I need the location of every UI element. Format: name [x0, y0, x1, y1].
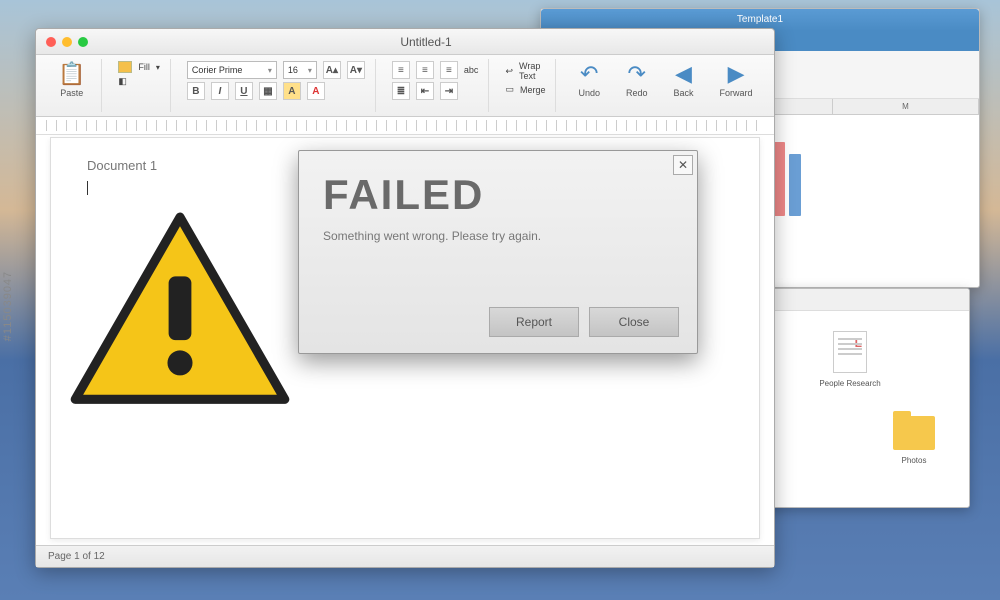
font-family-select[interactable]: Corier Prime: [187, 61, 277, 79]
abc-label: abc: [464, 65, 479, 75]
merge-icon[interactable]: ▭: [505, 84, 514, 95]
back-button[interactable]: ◀Back: [668, 61, 700, 100]
file-item-people-research[interactable]: People Research: [815, 331, 885, 388]
undo-button[interactable]: ↶Undo: [572, 61, 606, 100]
border-button[interactable]: ▦: [259, 82, 277, 100]
maximize-window-button[interactable]: [78, 37, 88, 47]
dialog-close-x-button[interactable]: ✕: [673, 155, 693, 175]
fill-label: Fill: [138, 62, 150, 72]
horizontal-ruler[interactable]: [36, 117, 774, 135]
col-header[interactable]: M: [833, 99, 979, 114]
error-dialog: ✕ FAILED Something went wrong. Please tr…: [298, 150, 698, 354]
decrease-font-button[interactable]: A▾: [347, 61, 365, 79]
text-cursor: [87, 181, 88, 195]
align-left-button[interactable]: ≡: [392, 61, 410, 79]
document-title: Untitled-1: [88, 35, 764, 49]
redo-button[interactable]: ↷Redo: [620, 61, 654, 100]
indent-left-button[interactable]: ⇤: [416, 82, 434, 100]
document-icon: [833, 331, 867, 373]
close-button[interactable]: Close: [589, 307, 679, 337]
font-size-select[interactable]: 16: [283, 61, 317, 79]
ribbon-toolbar: 📋 Paste Fill ▾ ◧ Corier Prime 16 A▴ A▾ B: [36, 55, 774, 117]
close-window-button[interactable]: [46, 37, 56, 47]
forward-icon: ▶: [728, 63, 745, 85]
wrap-text-icon[interactable]: ↩: [505, 66, 513, 77]
fill-icon[interactable]: [118, 61, 132, 73]
italic-button[interactable]: I: [211, 82, 229, 100]
undo-icon: ↶: [580, 63, 598, 85]
folder-icon: [893, 416, 935, 450]
align-right-button[interactable]: ≡: [440, 61, 458, 79]
forward-button[interactable]: ▶Forward: [714, 61, 759, 100]
indent-right-button[interactable]: ⇥: [440, 82, 458, 100]
paste-button[interactable]: 📋 Paste: [52, 61, 91, 100]
redo-icon: ↷: [628, 63, 646, 85]
watermark-text: #115039047: [2, 271, 14, 341]
chart-bar: [789, 154, 801, 216]
underline-button[interactable]: U: [235, 82, 253, 100]
clear-icon[interactable]: ◧: [118, 76, 127, 87]
increase-font-button[interactable]: A▴: [323, 61, 341, 79]
dialog-message: Something went wrong. Please try again.: [299, 225, 697, 247]
window-controls: [46, 37, 88, 47]
file-item-photos[interactable]: Photos: [879, 416, 949, 465]
dialog-title: FAILED: [299, 151, 697, 225]
status-bar: Page 1 of 12: [36, 545, 774, 567]
titlebar: Untitled-1: [36, 29, 774, 55]
bold-button[interactable]: B: [187, 82, 205, 100]
font-color-button[interactable]: A: [307, 82, 325, 100]
fill-color-button[interactable]: A: [283, 82, 301, 100]
report-button[interactable]: Report: [489, 307, 579, 337]
paste-icon: 📋: [58, 63, 85, 85]
back-icon: ◀: [675, 63, 692, 85]
align-center-button[interactable]: ≡: [416, 61, 434, 79]
minimize-window-button[interactable]: [62, 37, 72, 47]
justify-button[interactable]: ≣: [392, 82, 410, 100]
